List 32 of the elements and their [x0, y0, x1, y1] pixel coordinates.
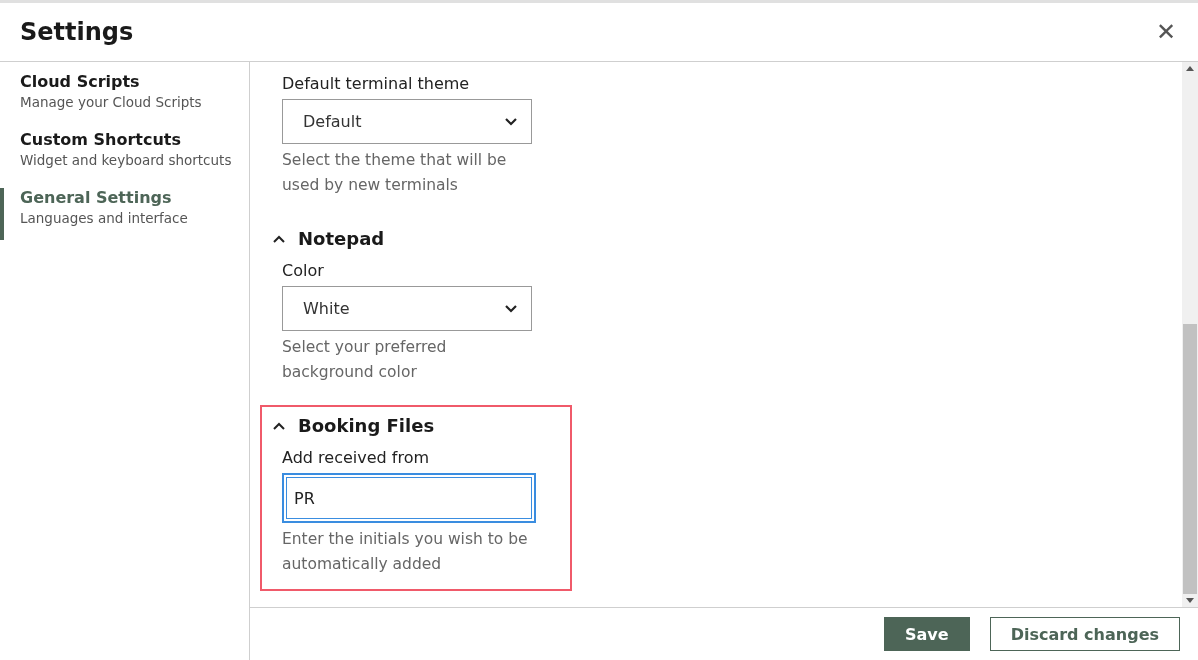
help-text: Enter the initials you wish to be automatically added	[282, 529, 529, 575]
field-label: Color	[282, 261, 325, 280]
sidebar-item[interactable]: General Settings Languages and interface	[0, 188, 249, 240]
scrollbar-thumb[interactable]	[1183, 324, 1197, 594]
sidebar-item[interactable]: Custom Shortcuts Widget and keyboard shortcuts	[0, 130, 249, 182]
chevron-down-icon	[503, 116, 519, 127]
help-text: Select the theme that will be used by new terminals	[282, 150, 508, 196]
window-title: Settings	[20, 18, 134, 46]
field-label: Add received from	[282, 448, 430, 467]
scroll-down-icon[interactable]	[1186, 598, 1194, 603]
dropdown[interactable]: Default	[282, 99, 532, 144]
sidebar-item[interactable]: Cloud Scripts Manage your Cloud Scripts	[0, 72, 249, 124]
item-subtitle: Widget and keyboard shortcuts	[20, 151, 233, 170]
item-title: General Settings	[20, 188, 173, 207]
section-heading: Notepad	[298, 228, 385, 249]
section-heading: Booking Files	[298, 415, 435, 436]
item-title: Cloud Scripts	[20, 72, 141, 91]
field-label: Default terminal theme	[282, 74, 471, 93]
save-button[interactable]: Save	[884, 617, 970, 651]
chevron-up-icon[interactable]	[272, 420, 286, 431]
chevron-up-icon[interactable]	[272, 233, 286, 244]
scrollbar[interactable]	[1182, 62, 1198, 607]
item-title: Custom Shortcuts	[20, 130, 183, 149]
input-field[interactable]: PR	[282, 473, 536, 523]
dropdown[interactable]: White	[282, 286, 532, 331]
close-button[interactable]: ✕	[1156, 18, 1176, 46]
discard-button[interactable]: Discard changes	[989, 617, 1180, 651]
scroll-up-icon[interactable]	[1186, 66, 1194, 71]
item-subtitle: Languages and interface	[20, 209, 189, 228]
help-text: Select your preferred background color	[282, 337, 448, 383]
item-subtitle: Manage your Cloud Scripts	[20, 93, 203, 112]
chevron-down-icon	[503, 303, 519, 314]
